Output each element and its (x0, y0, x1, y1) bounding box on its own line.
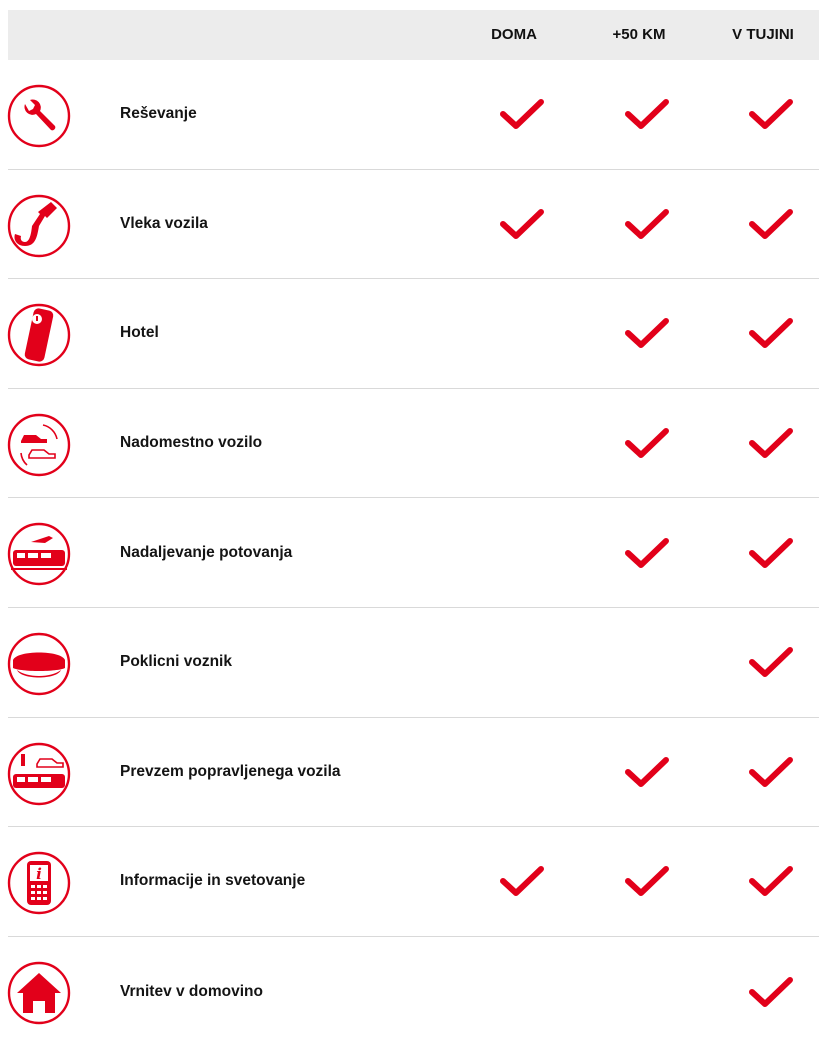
checkmark-icon (625, 208, 669, 240)
cell-doma (467, 389, 577, 498)
hotel-door-tag-icon (7, 303, 71, 367)
cell-v-tujini (716, 827, 819, 936)
tow-hook-icon (7, 194, 71, 258)
checkmark-icon (500, 208, 544, 240)
service-label: Poklicni voznik (120, 653, 232, 671)
cell-doma (467, 170, 577, 279)
cell-50km (592, 718, 702, 827)
cell-v-tujini (716, 279, 819, 388)
table-row: Reševanje (7, 60, 819, 170)
cell-50km (592, 498, 702, 607)
service-label: Prevzem popravljenega vozila (120, 762, 341, 780)
plane-train-icon (7, 522, 71, 586)
checkmark-icon (749, 317, 793, 349)
table-row: Nadaljevanje potovanja (7, 498, 819, 608)
column-header-doma: DOMA (491, 26, 537, 43)
cell-v-tujini (716, 60, 819, 169)
svg-text:i: i (36, 865, 42, 883)
table-row: Nadomestno vozilo (7, 389, 819, 499)
checkmark-icon (749, 537, 793, 569)
cell-v-tujini (716, 389, 819, 498)
cell-doma (467, 937, 577, 1046)
table-row: i Informacije in svetovanje (7, 827, 819, 937)
driver-cap-icon (7, 632, 71, 696)
cell-doma (467, 827, 577, 936)
service-label: Hotel (120, 324, 159, 342)
coverage-table: Reševanje Vleka vozila Hotel Nadomestno … (0, 60, 819, 1046)
cell-v-tujini (716, 718, 819, 827)
cell-v-tujini (716, 937, 819, 1046)
table-row: Poklicni voznik (7, 608, 819, 718)
checkmark-icon (625, 98, 669, 130)
replacement-car-icon (7, 413, 71, 477)
cell-50km (592, 279, 702, 388)
table-row: Hotel (7, 279, 819, 389)
checkmark-icon (625, 427, 669, 459)
cell-doma (467, 60, 577, 169)
cell-v-tujini (716, 498, 819, 607)
wrench-icon (7, 84, 71, 148)
service-label: Vleka vozila (120, 214, 208, 232)
checkmark-icon (500, 98, 544, 130)
cell-50km (592, 170, 702, 279)
table-row: Vrnitev v domovino (7, 937, 819, 1046)
checkmark-icon (625, 756, 669, 788)
cell-50km (592, 608, 702, 717)
pickup-vehicle-icon (7, 742, 71, 806)
cell-50km (592, 937, 702, 1046)
service-label: Nadomestno vozilo (120, 434, 263, 452)
checkmark-icon (749, 865, 793, 897)
cell-50km (592, 389, 702, 498)
cell-doma (467, 608, 577, 717)
checkmark-icon (749, 427, 793, 459)
checkmark-icon (749, 98, 793, 130)
service-label: Informacije in svetovanje (120, 872, 306, 890)
checkmark-icon (500, 865, 544, 897)
cell-doma (467, 498, 577, 607)
checkmark-icon (749, 756, 793, 788)
home-icon (7, 961, 71, 1025)
table-row: Prevzem popravljenega vozila (7, 718, 819, 828)
column-header-v-tujini: V TUJINI (732, 26, 794, 43)
table-header: DOMA +50 KM V TUJINI (8, 10, 819, 60)
cell-v-tujini (716, 170, 819, 279)
cell-doma (467, 279, 577, 388)
cell-50km (592, 827, 702, 936)
service-label: Reševanje (120, 105, 197, 123)
checkmark-icon (749, 976, 793, 1008)
cell-50km (592, 60, 702, 169)
checkmark-icon (749, 646, 793, 678)
table-row: Vleka vozila (7, 170, 819, 280)
checkmark-icon (749, 208, 793, 240)
checkmark-icon (625, 537, 669, 569)
cell-doma (467, 718, 577, 827)
checkmark-icon (625, 865, 669, 897)
cell-v-tujini (716, 608, 819, 717)
service-label: Nadaljevanje potovanja (120, 543, 293, 561)
service-label: Vrnitev v domovino (120, 982, 263, 1000)
column-header-50km: +50 KM (612, 26, 666, 43)
info-phone-icon: i (7, 851, 71, 915)
checkmark-icon (625, 317, 669, 349)
